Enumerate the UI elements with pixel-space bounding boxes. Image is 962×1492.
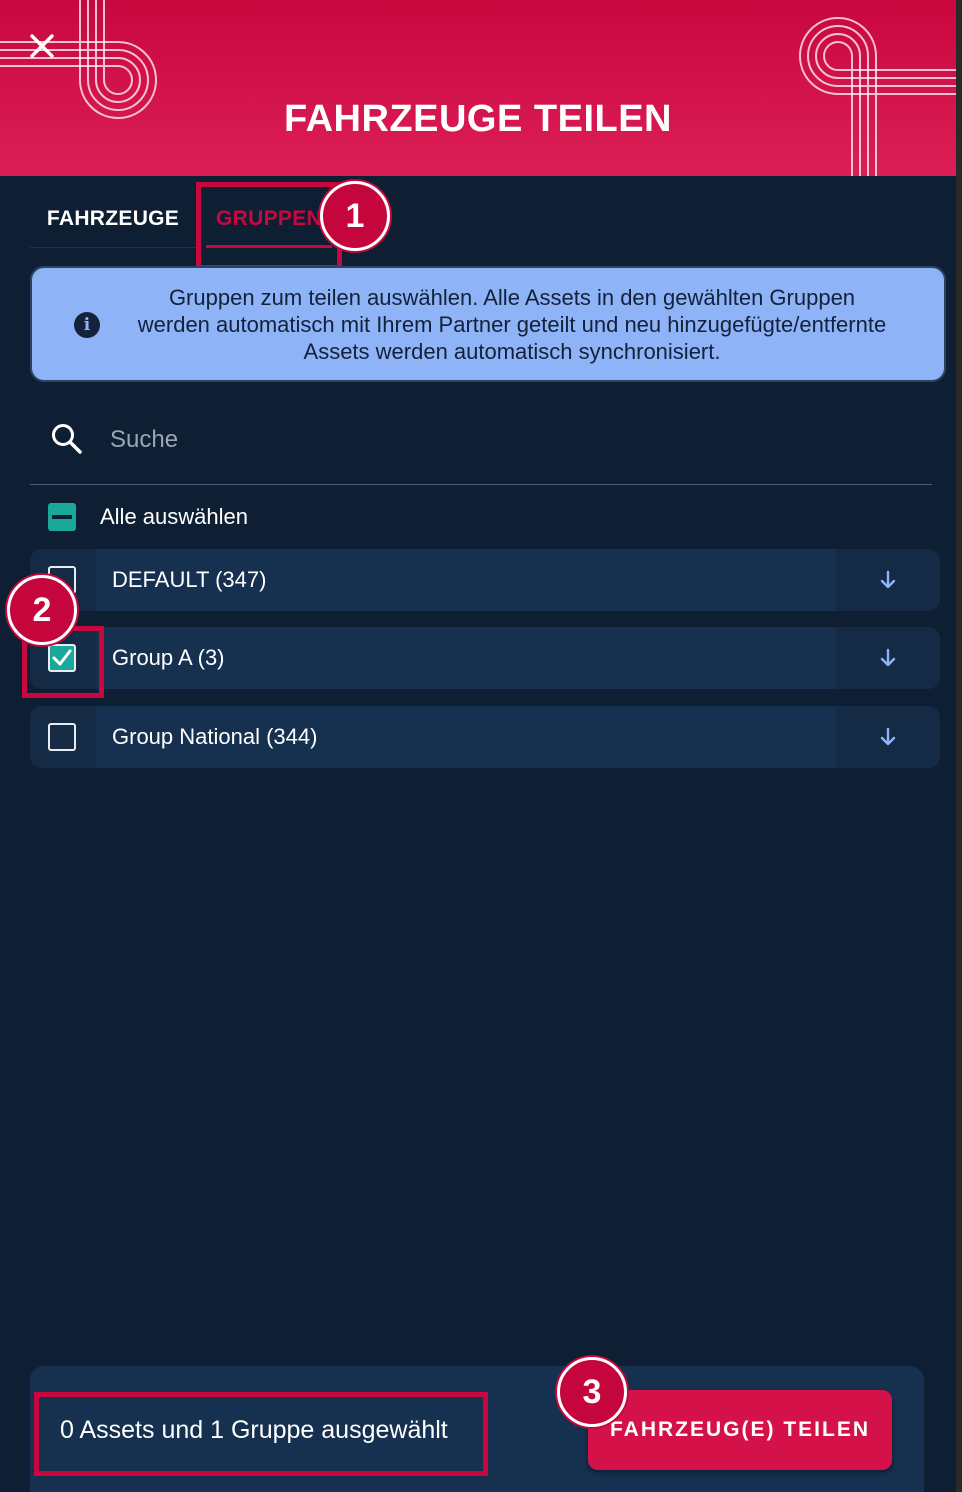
tab-fahrzeuge[interactable]: FAHRZEUGE	[30, 190, 196, 248]
group-label: DEFAULT (347)	[112, 567, 267, 592]
callout-badge-3: 3	[557, 1357, 627, 1427]
callout-badge-2: 2	[7, 575, 77, 645]
group-row-group-national[interactable]: Group National (344)	[30, 706, 940, 768]
arrow-down-icon	[880, 648, 896, 667]
callout-highlight-tab	[196, 182, 342, 270]
arrow-down-icon	[880, 727, 896, 746]
header-decoration-icon	[0, 0, 956, 176]
callout-badge-1: 1	[320, 181, 390, 251]
search-input[interactable]	[110, 418, 910, 462]
info-icon: i	[74, 312, 100, 338]
page-title: FAHRZEUGE TEILEN	[283, 98, 673, 140]
group-label: Group National (344)	[112, 724, 318, 749]
info-text: Gruppen zum teilen auswählen. Alle Asset…	[137, 285, 887, 364]
group-checkbox-group-national[interactable]	[48, 723, 76, 751]
expand-button[interactable]	[836, 549, 940, 611]
close-button[interactable]	[24, 28, 60, 64]
header: FAHRZEUGE TEILEN	[0, 0, 956, 176]
callout-highlight-status	[34, 1392, 488, 1476]
search-divider	[30, 484, 932, 485]
tab-fahrzeuge-label: FAHRZEUGE	[46, 206, 180, 230]
expand-button[interactable]	[836, 706, 940, 768]
arrow-down-icon	[880, 570, 896, 589]
window-edge	[956, 0, 962, 1492]
select-all-label: Alle auswählen	[100, 504, 248, 529]
search-icon	[52, 424, 82, 454]
group-row-default[interactable]: DEFAULT (347)	[30, 549, 940, 611]
select-all-checkbox[interactable]	[48, 503, 76, 531]
share-vehicles-button[interactable]: FAHRZEUG(E) TEILEN	[588, 1390, 892, 1470]
expand-button[interactable]	[836, 627, 940, 689]
info-banner: i Gruppen zum teilen auswählen. Alle Ass…	[30, 266, 946, 382]
checkbox-cell	[30, 706, 96, 768]
group-label: Group A (3)	[112, 645, 225, 670]
indeterminate-icon	[52, 515, 72, 519]
group-row-group-a[interactable]: Group A (3)	[30, 627, 940, 689]
close-icon	[30, 34, 54, 58]
